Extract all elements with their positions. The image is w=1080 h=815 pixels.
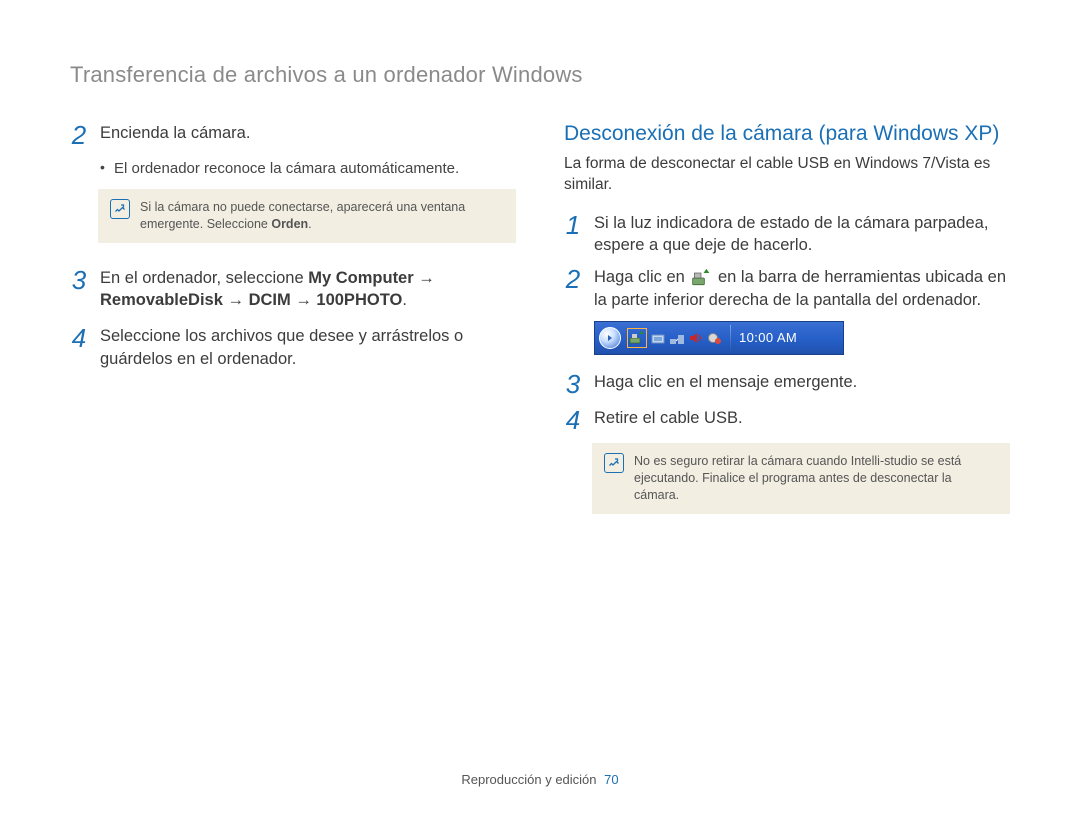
page-header: Transferencia de archivos a un ordenador… — [70, 62, 1010, 88]
tray-volume-icon — [688, 330, 704, 346]
taskbar-clock: 10:00 AM — [739, 330, 797, 345]
step-text: Haga clic en en la barra de herramientas… — [594, 266, 1010, 311]
tray-icon — [650, 330, 666, 346]
system-tray-icons — [625, 328, 723, 348]
tray-icon — [669, 330, 685, 346]
bullet-item: El ordenador reconoce la cámara automáti… — [100, 158, 516, 179]
step-number: 2 — [70, 122, 88, 148]
step-3: 3 En el ordenador, seleccione My Compute… — [70, 267, 516, 312]
tray-divider — [730, 325, 731, 351]
note-icon — [604, 453, 624, 473]
safely-remove-hardware-icon — [691, 269, 711, 287]
section-intro: La forma de desconectar el cable USB en … — [564, 154, 1010, 196]
step-number: 4 — [70, 325, 88, 351]
taskbar-expand-arrow-icon — [599, 327, 621, 349]
taskbar-screenshot: 10:00 AM — [594, 321, 844, 355]
step-number: 1 — [564, 212, 582, 238]
step-number: 3 — [564, 371, 582, 397]
step-number: 4 — [564, 407, 582, 433]
step-r4: 4 Retire el cable USB. — [564, 407, 1010, 433]
step-r3: 3 Haga clic en el mensaje emergente. — [564, 371, 1010, 397]
step-text: Seleccione los archivos que desee y arrá… — [100, 325, 516, 370]
step-number: 2 — [564, 266, 582, 292]
note-text: Si la cámara no puede conectarse, aparec… — [140, 199, 502, 233]
step-text: Retire el cable USB. — [594, 407, 1010, 429]
section-title: Desconexión de la cámara (para Windows X… — [564, 122, 1010, 146]
step-text: En el ordenador, seleccione My Computer … — [100, 267, 516, 312]
step-text: Encienda la cámara. — [100, 122, 516, 144]
note-box: Si la cámara no puede conectarse, aparec… — [98, 189, 516, 243]
step-r2: 2 Haga clic en en la barra de herramient… — [564, 266, 1010, 311]
step-2: 2 Encienda la cámara. — [70, 122, 516, 148]
note-box: No es seguro retirar la cámara cuando In… — [592, 443, 1010, 514]
note-text: No es seguro retirar la cámara cuando In… — [634, 453, 996, 504]
page-footer: Reproducción y edición 70 — [0, 772, 1080, 787]
step-4: 4 Seleccione los archivos que desee y ar… — [70, 325, 516, 370]
step-text: Si la luz indicadora de estado de la cám… — [594, 212, 1010, 257]
tray-icon — [707, 330, 723, 346]
left-column: 2 Encienda la cámara. El ordenador recon… — [70, 122, 516, 538]
step-text: Haga clic en el mensaje emergente. — [594, 371, 1010, 393]
note-icon — [110, 199, 130, 219]
right-column: Desconexión de la cámara (para Windows X… — [564, 122, 1010, 538]
step-number: 3 — [70, 267, 88, 293]
step-r1: 1 Si la luz indicadora de estado de la c… — [564, 212, 1010, 257]
highlighted-safely-remove-icon — [627, 328, 647, 348]
